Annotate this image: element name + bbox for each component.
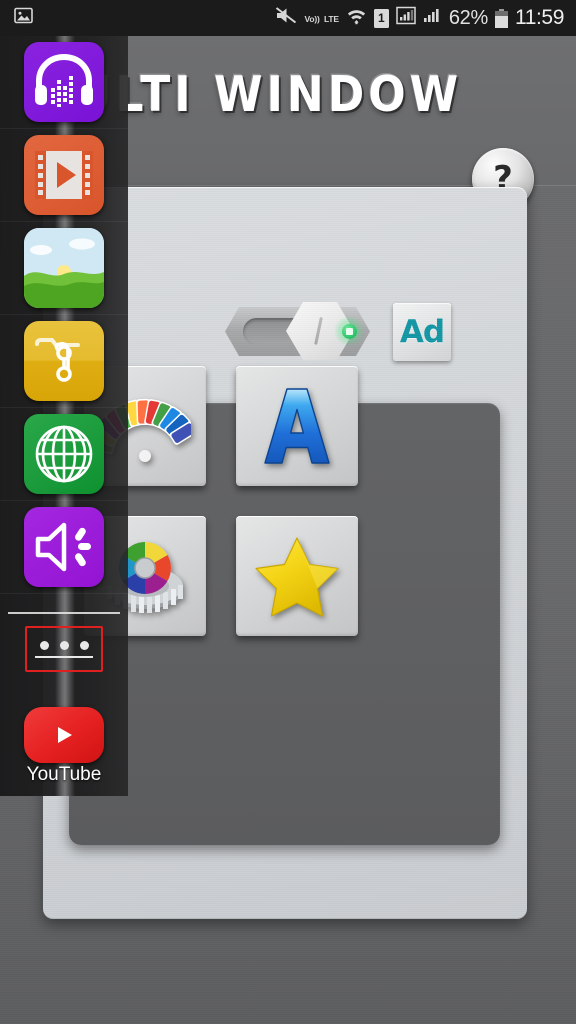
sidebar-item-gallery[interactable] (0, 222, 128, 315)
battery-icon (495, 8, 508, 28)
mute-icon (275, 6, 297, 30)
letter-a-icon (260, 384, 334, 468)
headphones-equalizer-icon (24, 42, 104, 122)
youtube-play-icon (24, 706, 104, 763)
more-underline (35, 655, 93, 658)
three-dots-icon (39, 640, 89, 650)
android-robot-icon (342, 324, 357, 339)
sidebar-item-music[interactable] (0, 36, 128, 129)
clock-label: 11:59 (515, 6, 564, 29)
tool-grid (84, 366, 384, 676)
app-sidebar: YouTube (0, 36, 128, 796)
speaker-volume-icon (24, 507, 104, 587)
wifi-icon (346, 6, 367, 30)
status-right: Vo)) LTE 1 62% 11:59 (275, 6, 564, 30)
status-left (14, 6, 33, 30)
signal1-icon (396, 6, 416, 30)
globe-icon (24, 414, 104, 494)
volte-bottom: LTE (324, 14, 339, 24)
ad-label: Ad (399, 314, 445, 350)
sidebar-item-sound[interactable] (0, 501, 128, 594)
sidebar-item-label: YouTube (26, 764, 102, 785)
volte-top: Vo)) (304, 14, 320, 24)
battery-percent-label: 62% (448, 6, 488, 29)
ad-button[interactable]: Ad (393, 303, 451, 361)
folder-safety-pin-icon (24, 321, 104, 401)
font-letter-tile[interactable] (236, 366, 358, 486)
sim1-icon: 1 (373, 8, 389, 28)
photo-icon (14, 6, 33, 30)
signal2-icon (423, 6, 442, 30)
more-apps-button[interactable] (25, 626, 103, 672)
sidebar-divider (8, 612, 120, 614)
volte-icon: Vo)) LTE (304, 9, 339, 27)
star-icon (254, 535, 340, 617)
phone-screen: Vo)) LTE 1 62% 11:59 MULTI WINDOW ? Ad Y… (0, 0, 576, 1024)
film-play-icon (24, 135, 104, 215)
landscape-photo-icon (24, 228, 104, 308)
sidebar-item-files[interactable] (0, 315, 128, 408)
sidebar-item-video[interactable] (0, 129, 128, 222)
enable-toggle[interactable] (225, 302, 370, 360)
favorite-star-tile[interactable] (236, 516, 358, 636)
status-bar: Vo)) LTE 1 62% 11:59 (0, 0, 576, 36)
sidebar-item-browser[interactable] (0, 408, 128, 501)
